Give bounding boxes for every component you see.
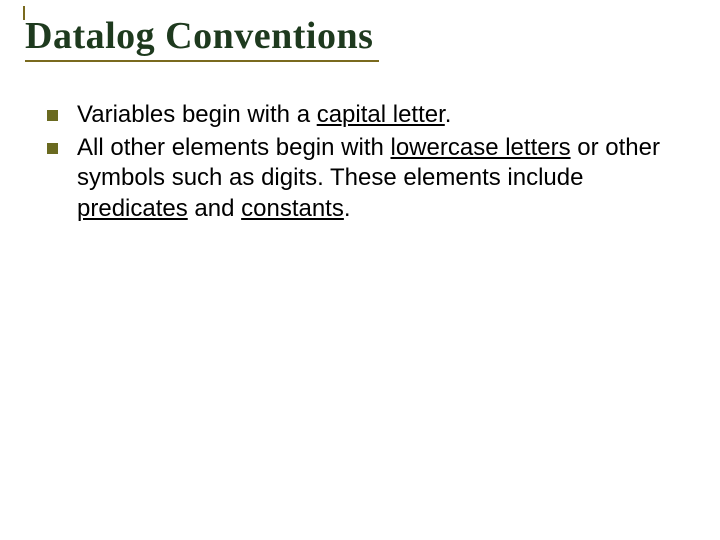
text-run: and: [188, 195, 241, 222]
title-rule-tick: [23, 6, 25, 20]
slide-title: Datalog Conventions: [25, 14, 373, 58]
underline-run: predicates: [77, 195, 188, 222]
text-run: All other elements begin with: [77, 134, 391, 161]
list-item: Variables begin with a capital letter.: [47, 100, 685, 131]
underline-run: constants: [241, 195, 344, 222]
underline-run: lowercase letters: [391, 134, 571, 161]
bullet-list: Variables begin with a capital letter. A…: [25, 100, 695, 225]
text-run: .: [445, 101, 452, 128]
underline-run: capital letter: [317, 101, 445, 128]
square-bullet-icon: [47, 110, 58, 121]
slide: Datalog Conventions Variables begin with…: [0, 0, 720, 540]
text-run: .: [344, 195, 351, 222]
square-bullet-icon: [47, 143, 58, 154]
list-item: All other elements begin with lowercase …: [47, 133, 685, 225]
text-run: Variables: [77, 101, 175, 128]
title-container: Datalog Conventions: [25, 14, 379, 62]
text-run: begin with a: [175, 101, 316, 128]
